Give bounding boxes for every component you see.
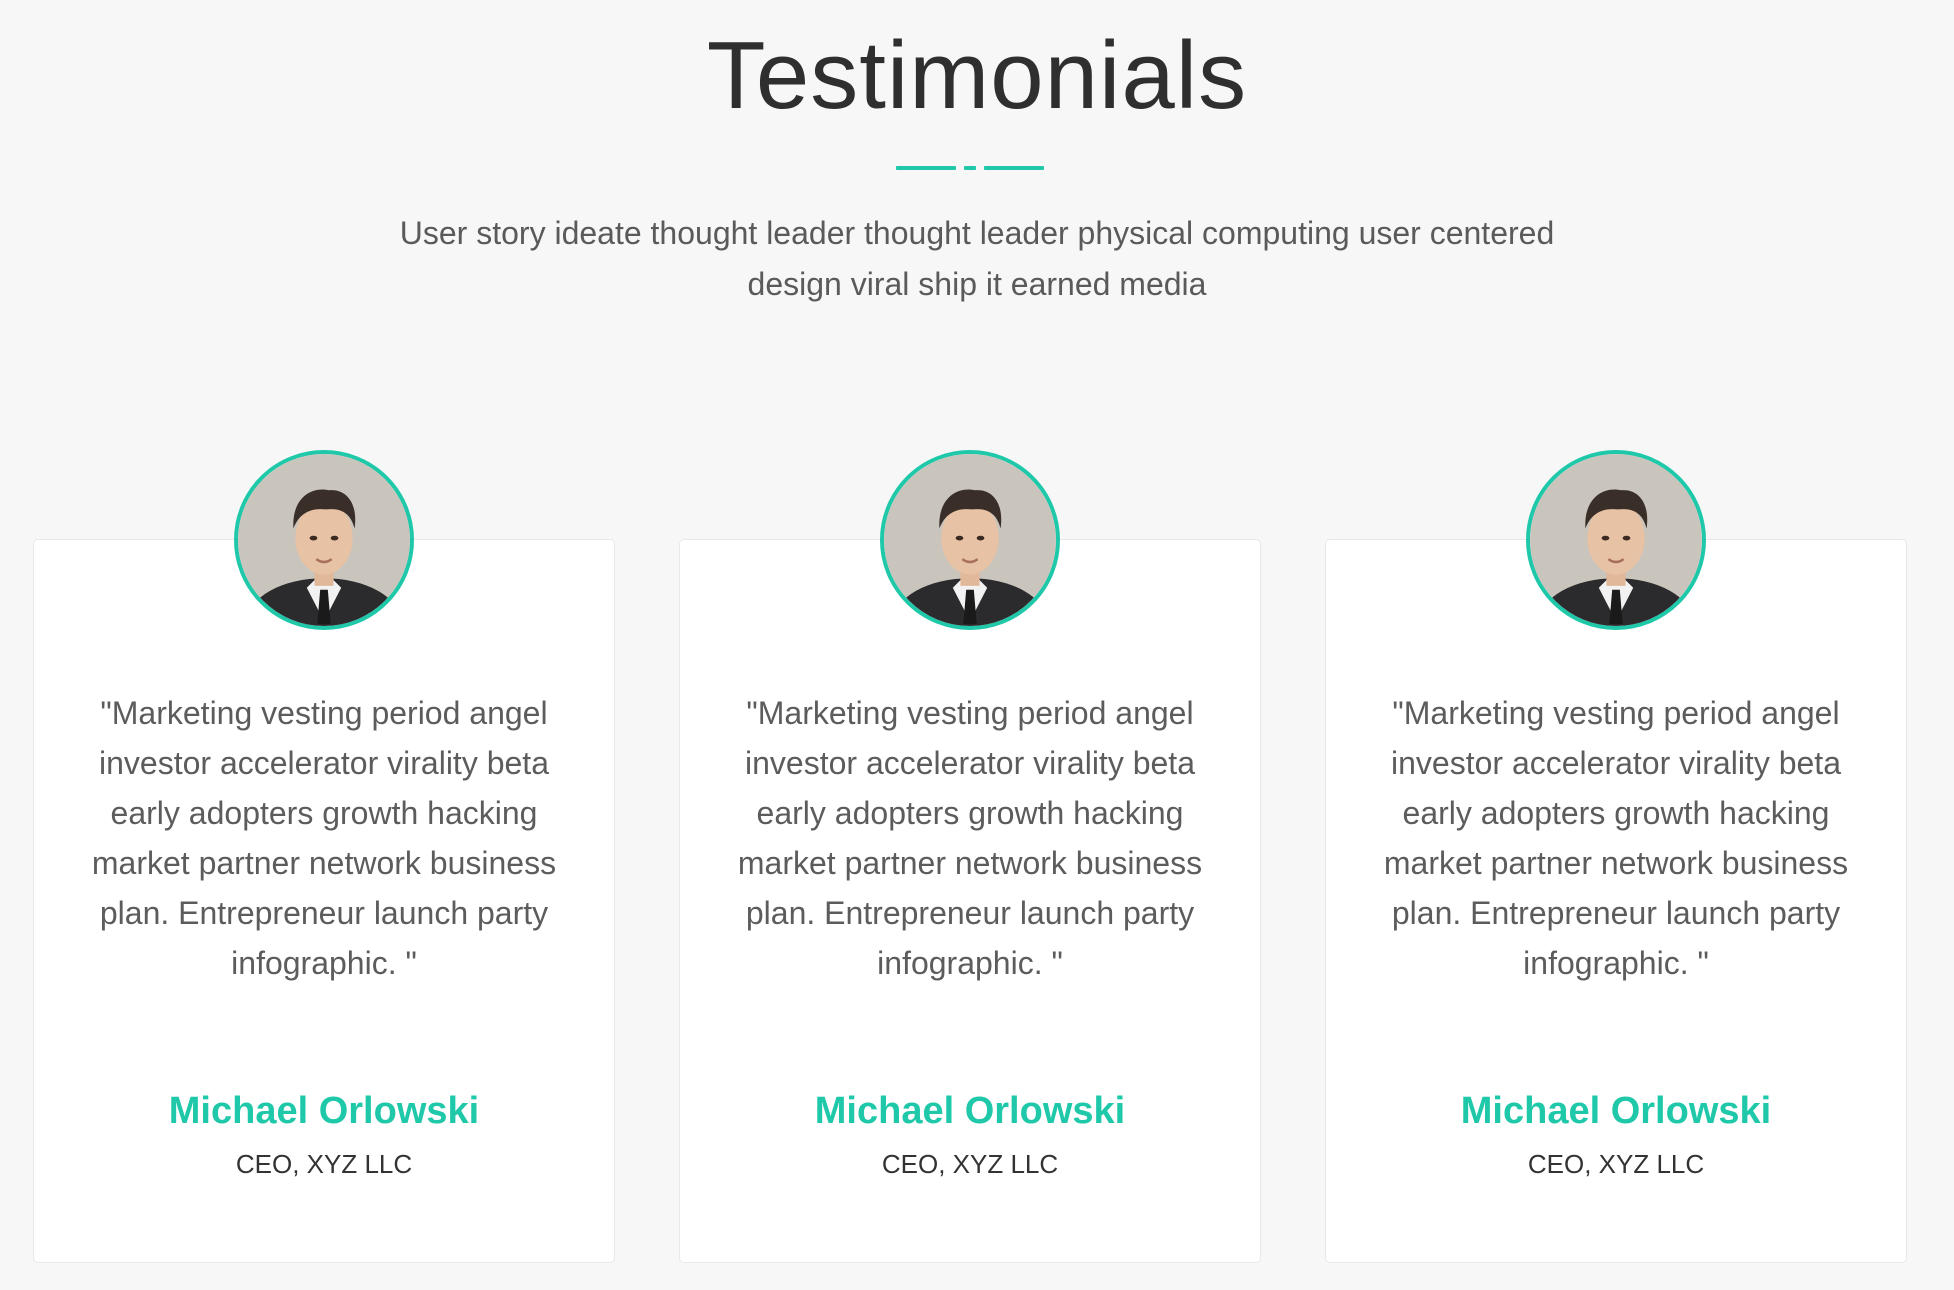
testimonial-quote: "Marketing vesting period angel investor… [91, 695, 557, 981]
title-divider [896, 166, 1044, 170]
avatar [234, 450, 414, 630]
testimonial-quote: "Marketing vesting period angel investor… [737, 695, 1203, 981]
divider-segment-right [984, 166, 1044, 170]
testimonial-author-role: CEO, XYZ LLC [1527, 1149, 1705, 1179]
testimonial-author-name: Michael Orlowski [168, 1090, 480, 1132]
divider-segment-left [896, 166, 956, 170]
person-portrait-icon [238, 454, 410, 626]
person-portrait-icon [884, 454, 1056, 626]
testimonial-author-name: Michael Orlowski [1460, 1090, 1772, 1132]
testimonial-author-role: CEO, XYZ LLC [881, 1149, 1059, 1179]
testimonial-card: "Marketing vesting period angel investor… [33, 450, 615, 1263]
divider-segment-center [964, 166, 976, 170]
testimonial-card: "Marketing vesting period angel investor… [679, 450, 1261, 1263]
testimonial-quote: "Marketing vesting period angel investor… [1383, 695, 1849, 981]
section-title: Testimonials [706, 22, 1248, 129]
avatar [1526, 450, 1706, 630]
testimonial-author-role: CEO, XYZ LLC [235, 1149, 413, 1179]
section-subtitle: User story ideate thought leader thought… [399, 215, 1555, 302]
testimonials-section: Testimonials User story ideate thought l… [0, 0, 1954, 1290]
testimonial-card: "Marketing vesting period angel investor… [1325, 450, 1907, 1263]
testimonial-author-name: Michael Orlowski [814, 1090, 1126, 1132]
person-portrait-icon [1530, 454, 1702, 626]
avatar [880, 450, 1060, 630]
